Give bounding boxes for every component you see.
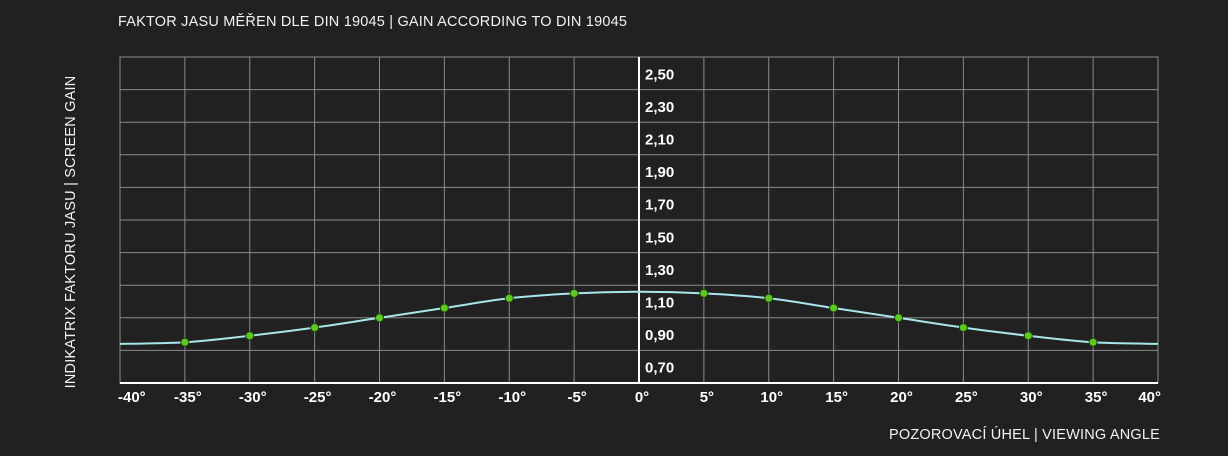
- data-point-6: [569, 288, 579, 298]
- x-tick-label-2: -30°: [239, 389, 267, 406]
- data-point-13: [1088, 337, 1098, 347]
- x-tick-label-4: -20°: [369, 389, 397, 406]
- y-tick-label-0: 0,70: [645, 360, 674, 377]
- x-tick-label-13: 25°: [955, 389, 978, 406]
- y-tick-label-2: 1,10: [645, 295, 674, 312]
- x-tick-label-14: 30°: [1020, 389, 1043, 406]
- x-tick-label-8: 0°: [635, 389, 649, 406]
- data-point-10: [894, 313, 903, 323]
- x-tick-label-9: 5°: [700, 389, 714, 406]
- x-axis-label: POZOROVACÍ ÚHEL | VIEWING ANGLE: [888, 427, 1160, 443]
- data-point-12: [1023, 331, 1033, 341]
- x-tick-label-15: 35°: [1085, 389, 1108, 406]
- x-tick-label-0: -40°: [118, 389, 146, 406]
- x-tick-label-12: 20°: [890, 389, 913, 406]
- data-point-11: [958, 323, 968, 333]
- x-tick-label-16: 40°: [1138, 389, 1161, 406]
- y-tick-label-1: 0,90: [645, 327, 674, 344]
- data-point-1: [245, 331, 255, 341]
- x-tick-label-7: -5°: [567, 389, 586, 406]
- x-tick-label-6: -10°: [498, 389, 526, 406]
- y-tick-labels: 0,70 0,90 1,10 1,30 1,50 1,70 1,90 2,10 2,30 2,50: [645, 66, 674, 376]
- gain-chart: 0,70 0,90 1,10 1,30 1,50 1,70 1,90 2,10 2,30 2,50…: [118, 56, 1161, 406]
- data-point-8: [764, 293, 774, 303]
- x-tick-label-5: -15°: [434, 389, 462, 406]
- data-point-7: [699, 288, 709, 298]
- x-tick-labels: -40° -35° -30° -25° -20° -15° -10° -5° 0° 5° 10° 15…: [118, 389, 1161, 406]
- data-point-4: [439, 303, 449, 313]
- y-tick-label-4: 1,50: [645, 229, 674, 246]
- x-tick-label-3: -25°: [304, 389, 332, 406]
- x-tick-label-1: -35°: [174, 389, 202, 406]
- y-tick-label-7: 2,10: [645, 132, 674, 149]
- data-point-0: [180, 337, 190, 347]
- y-tick-label-6: 1,90: [645, 164, 674, 181]
- data-point-2: [310, 323, 320, 333]
- x-tick-label-10: 10°: [760, 389, 783, 406]
- data-point-3: [375, 313, 384, 323]
- data-point-5: [504, 293, 514, 303]
- x-tick-label-11: 15°: [825, 389, 848, 406]
- y-tick-label-9: 2,50: [645, 66, 674, 83]
- data-point-9: [829, 303, 839, 313]
- y-tick-label-3: 1,30: [645, 262, 674, 279]
- y-tick-label-5: 1,70: [645, 197, 674, 214]
- y-tick-label-8: 2,30: [645, 99, 674, 116]
